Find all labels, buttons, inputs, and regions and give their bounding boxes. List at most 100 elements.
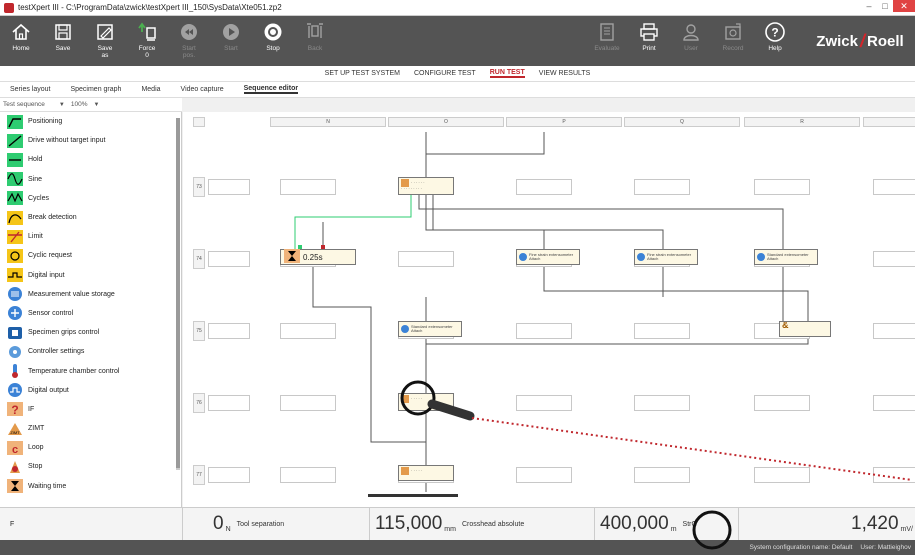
empty-slot[interactable] [280, 395, 336, 411]
palette-scrollbar-thumb[interactable] [176, 118, 180, 468]
and-block[interactable]: & [779, 321, 831, 337]
palette-item-cyclic-request[interactable]: Cyclic request [0, 246, 181, 265]
nav-setup-test-system[interactable]: SET UP TEST SYSTEM [325, 70, 400, 77]
minimize-button[interactable]: – [861, 0, 877, 12]
empty-slot[interactable] [398, 251, 454, 267]
palette-item-digital-input[interactable]: Digital input [0, 266, 181, 285]
palette-item-sensor-control[interactable]: Sensor control [0, 304, 181, 323]
palette-item-waiting-time[interactable]: Waiting time [0, 477, 181, 496]
empty-slot[interactable] [754, 179, 810, 195]
empty-slot[interactable] [280, 323, 336, 339]
empty-slot[interactable] [873, 395, 915, 411]
fine-extensometer-block-1[interactable]: Fine strain extensometer Attach [516, 249, 580, 265]
help-button[interactable]: ? Help [754, 16, 796, 66]
palette-scrollbar[interactable] [176, 118, 180, 470]
sequence-select[interactable]: Test sequence ▼ [0, 101, 68, 108]
zimt-block[interactable]: · · · · · · · · · · · · · · · [398, 177, 454, 195]
home-button[interactable]: Home [0, 16, 42, 66]
palette-item-break-detection[interactable]: Break detection [0, 208, 181, 227]
tab-media[interactable]: Media [141, 86, 160, 93]
empty-slot[interactable] [634, 467, 690, 483]
nav-run-test[interactable]: RUN TEST [489, 69, 525, 78]
palette-item-drive-without-target-input[interactable]: Drive without target input [0, 131, 181, 150]
column-header: Q [624, 117, 740, 127]
evaluate-button[interactable]: Evaluate [586, 16, 628, 66]
start-button[interactable]: Start [210, 16, 252, 66]
tab-specimen-graph[interactable]: Specimen graph [70, 86, 121, 93]
palette-item-stop[interactable]: Stop [0, 457, 181, 476]
palette-item-label: Hold [28, 156, 43, 164]
empty-slot[interactable] [208, 467, 250, 483]
user-icon [680, 21, 702, 43]
palette-item-loop[interactable]: c Loop [0, 438, 181, 457]
empty-slot[interactable] [208, 395, 250, 411]
save-as-button[interactable]: Save as [84, 16, 126, 66]
palette-item-if[interactable]: ? IF [0, 400, 181, 419]
force-readout[interactable]: 0 N Tool separation [183, 507, 370, 541]
strain-readout[interactable]: 400,000 m StrG [595, 507, 739, 541]
crosshead-readout[interactable]: 115,000 mm Crosshead absolute [370, 507, 595, 541]
stop-button[interactable]: Stop [252, 16, 294, 66]
rate-readout[interactable]: 1,420 mV/ [739, 508, 915, 541]
empty-slot[interactable] [280, 179, 336, 195]
zoom-select[interactable]: 100% ▼ [68, 101, 103, 108]
empty-slot[interactable] [516, 323, 572, 339]
print-button[interactable]: Print [628, 16, 670, 66]
empty-slot[interactable] [280, 467, 336, 483]
nav-view-results[interactable]: VIEW RESULTS [539, 70, 591, 77]
record-button[interactable]: Record [712, 16, 754, 66]
tab-video-capture[interactable]: Video capture [181, 86, 224, 93]
empty-slot[interactable] [873, 251, 915, 267]
palette-item-digital-output[interactable]: Digital output [0, 381, 181, 400]
maximize-button[interactable]: □ [877, 0, 893, 12]
palette-item-specimen-grips-control[interactable]: Specimen grips control [0, 323, 181, 342]
tab-sequence-editor[interactable]: Sequence editor [243, 85, 299, 94]
save-button[interactable]: Save [42, 16, 84, 66]
palette-item-cycles[interactable]: Cycles [0, 189, 181, 208]
empty-slot[interactable] [873, 323, 915, 339]
standard-extensometer-block-1[interactable]: Standard extensometer Attach [398, 321, 462, 337]
empty-slot[interactable] [634, 179, 690, 195]
editor-scrollbar-thumb[interactable] [368, 494, 458, 497]
empty-slot[interactable] [873, 179, 915, 195]
palette-item-controller-settings[interactable]: Controller settings [0, 342, 181, 361]
empty-slot[interactable] [754, 467, 810, 483]
controller-settings-icon [6, 344, 24, 360]
digital-input-icon [6, 267, 24, 283]
waiting-time-block[interactable]: 0.25s [280, 249, 356, 265]
zimt-block-3[interactable]: · · · · · [398, 465, 454, 481]
force-zero-button[interactable]: Force 0 [126, 16, 168, 66]
palette-item-positioning[interactable]: Positioning [0, 112, 181, 131]
palette-item-measurement-value-storage[interactable]: Measurement value storage [0, 285, 181, 304]
palette-item-limit[interactable]: Limit [0, 227, 181, 246]
empty-slot[interactable] [873, 467, 915, 483]
zimt-block-2[interactable]: · · · · · [398, 393, 454, 411]
palette-item-label: Controller settings [28, 348, 85, 356]
tab-series-layout[interactable]: Series layout [10, 86, 50, 93]
back-label: Back [307, 45, 323, 52]
start-position-button[interactable]: Start pos. [168, 16, 210, 66]
system-config-text: System configuration name: Default [749, 544, 853, 551]
user-button[interactable]: User [670, 16, 712, 66]
empty-slot[interactable] [208, 179, 250, 195]
extensometer-label: Fine strain extensometer Attach [647, 251, 692, 261]
empty-slot[interactable] [634, 323, 690, 339]
empty-slot[interactable] [208, 251, 250, 267]
nav-configure-test[interactable]: CONFIGURE TEST [414, 70, 476, 77]
palette-item-label: Cyclic request [28, 252, 72, 260]
close-button[interactable]: ✕ [893, 0, 915, 12]
empty-slot[interactable] [516, 467, 572, 483]
back-button[interactable]: Back [294, 16, 336, 66]
sequence-editor-canvas[interactable]: NOPQRS 73 74 75 76 77 · · · · · ·· · · · · · ·… [183, 112, 915, 507]
fine-extensometer-block-2[interactable]: Fine strain extensometer Attach [634, 249, 698, 265]
empty-slot[interactable] [516, 395, 572, 411]
empty-slot[interactable] [634, 395, 690, 411]
empty-slot[interactable] [754, 395, 810, 411]
palette-item-hold[interactable]: Hold [0, 150, 181, 169]
standard-extensometer-block-2[interactable]: Standard extensometer Attach [754, 249, 818, 265]
palette-item-temperature-chamber-control[interactable]: Temperature chamber control [0, 361, 181, 380]
palette-item-zimt[interactable]: ZIMT ZIMT [0, 419, 181, 438]
empty-slot[interactable] [208, 323, 250, 339]
empty-slot[interactable] [516, 179, 572, 195]
palette-item-sine[interactable]: Sine [0, 170, 181, 189]
